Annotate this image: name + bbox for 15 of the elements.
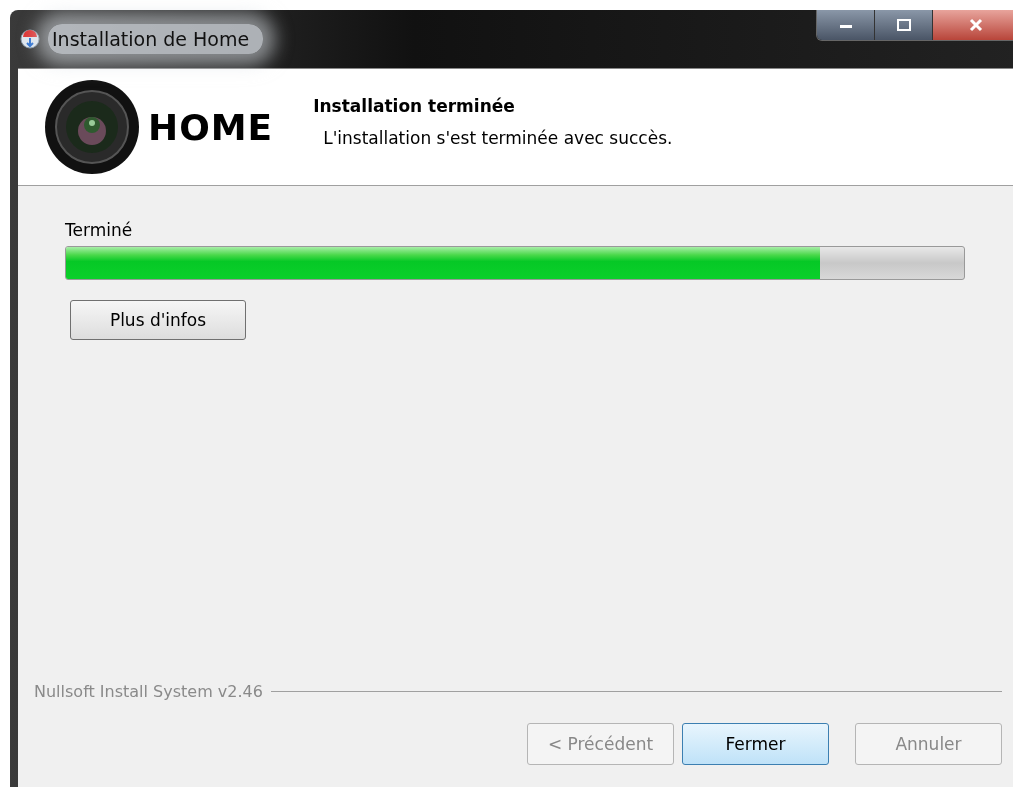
progress-label: Terminé: [65, 220, 133, 240]
details-button[interactable]: Plus d'infos: [70, 300, 246, 340]
installer-icon: [20, 29, 40, 49]
page-title: Installation terminée: [313, 96, 516, 116]
maximize-icon: [895, 19, 912, 31]
window-title: Installation de Home: [48, 24, 264, 54]
close-icon: [967, 18, 984, 32]
minimize-button[interactable]: [817, 10, 875, 40]
camera-lens-icon: [44, 79, 140, 175]
branding-text: Nullsoft Install System v2.46: [34, 682, 263, 701]
close-button[interactable]: [933, 10, 1013, 40]
page-subtitle: L'installation s'est terminée avec succès.: [322, 128, 673, 148]
dialog-button[interactable]: Fermer: [682, 723, 829, 765]
logo-text: HOME: [148, 106, 274, 148]
maximize-button[interactable]: [875, 10, 933, 40]
